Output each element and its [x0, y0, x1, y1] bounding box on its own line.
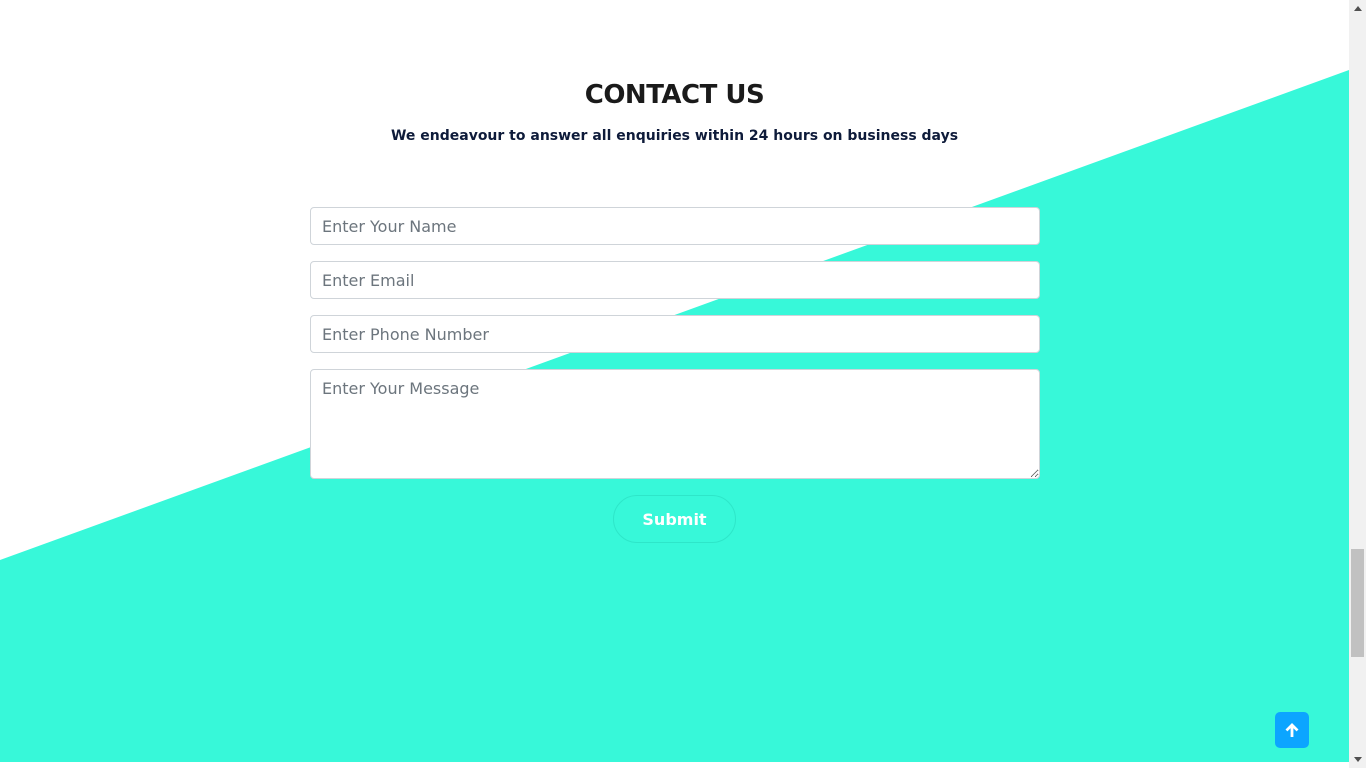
- message-textarea[interactable]: [310, 369, 1040, 479]
- arrow-up-icon: [1285, 723, 1299, 737]
- contact-subtitle: We endeavour to answer all enquiries wit…: [390, 128, 959, 144]
- scroll-down-button[interactable]: [1349, 751, 1366, 768]
- back-to-top-button[interactable]: [1275, 712, 1309, 748]
- contact-title: CONTACT US: [584, 80, 765, 110]
- contact-section: CONTACT US We endeavour to answer all en…: [0, 0, 1349, 762]
- scroll-up-button[interactable]: [1349, 0, 1366, 17]
- triangle-up-icon: [1353, 6, 1362, 11]
- scrollbar-thumb[interactable]: [1351, 549, 1364, 657]
- email-input[interactable]: [310, 261, 1040, 299]
- submit-button[interactable]: Submit: [613, 495, 736, 543]
- vertical-scrollbar[interactable]: [1349, 0, 1366, 768]
- triangle-down-icon: [1353, 757, 1362, 762]
- phone-input[interactable]: [310, 315, 1040, 353]
- name-input[interactable]: [310, 207, 1040, 245]
